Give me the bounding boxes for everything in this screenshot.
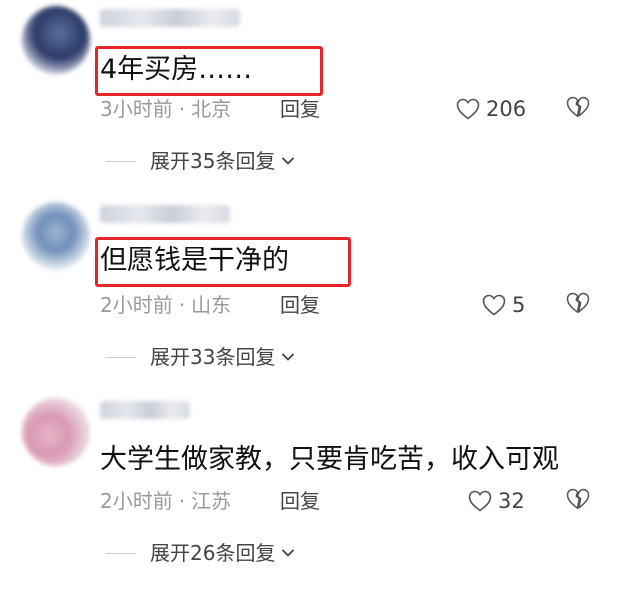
heart-outline-icon (456, 98, 480, 120)
dislike-button[interactable] (566, 488, 590, 514)
expand-replies-label: 展开35条回复 (150, 149, 276, 173)
comment-item: 4年买房…… 3小时前 · 北京 回复 206 展开35条回复 (0, 0, 640, 196)
chevron-down-icon (282, 353, 295, 361)
like-count: 32 (498, 489, 525, 513)
comment-meta: 2小时前 · 山东 (100, 292, 231, 318)
heart-outline-icon (468, 490, 492, 512)
avatar[interactable] (22, 398, 90, 466)
like-count: 206 (486, 97, 527, 121)
like-button[interactable]: 206 (456, 95, 526, 123)
avatar[interactable] (22, 6, 90, 74)
comment-text: 4年买房…… (100, 54, 253, 85)
avatar[interactable] (22, 202, 90, 270)
expand-replies-label: 展开33条回复 (150, 345, 276, 369)
meta-separator: · (178, 489, 186, 513)
comment-item: 大学生做家教，只要肯吃苦，收入可观 2小时前 · 江苏 回复 32 展开26条回复 (0, 392, 640, 588)
comment-location: 山东 (191, 293, 232, 317)
dislike-button[interactable] (566, 292, 590, 318)
like-count: 5 (512, 293, 526, 317)
chevron-down-icon (282, 549, 295, 557)
comment-text: 但愿钱是干净的 (100, 245, 289, 276)
divider-line (106, 356, 136, 358)
username-blurred[interactable] (100, 401, 190, 419)
comment-text: 大学生做家教，只要肯吃苦，收入可观 (100, 444, 559, 475)
comment-item: 但愿钱是干净的 2小时前 · 山东 回复 5 展开33条回复 (0, 196, 640, 392)
comment-meta: 2小时前 · 江苏 (100, 488, 231, 514)
divider-line (106, 552, 136, 554)
expand-replies-label: 展开26条回复 (150, 541, 276, 565)
meta-separator: · (178, 293, 186, 317)
comment-location: 江苏 (191, 489, 232, 513)
comment-location: 北京 (191, 97, 232, 121)
like-button[interactable]: 32 (468, 487, 525, 515)
meta-separator: · (178, 97, 186, 121)
expand-replies-button[interactable]: 展开26条回复 (106, 540, 295, 566)
reply-button[interactable]: 回复 (280, 292, 320, 318)
reply-button[interactable]: 回复 (280, 488, 320, 514)
chevron-down-icon (282, 157, 295, 165)
expand-replies-button[interactable]: 展开33条回复 (106, 344, 295, 370)
dislike-button[interactable] (566, 96, 590, 122)
broken-heart-icon (566, 96, 590, 117)
reply-button[interactable]: 回复 (280, 96, 320, 122)
username-blurred[interactable] (100, 205, 230, 223)
divider-line (106, 160, 136, 162)
like-button[interactable]: 5 (482, 291, 525, 319)
comment-meta: 3小时前 · 北京 (100, 96, 231, 122)
broken-heart-icon (566, 292, 590, 313)
heart-outline-icon (482, 294, 506, 316)
broken-heart-icon (566, 488, 590, 509)
comment-time: 2小时前 (100, 489, 173, 513)
comment-time: 2小时前 (100, 293, 173, 317)
comment-time: 3小时前 (100, 97, 173, 121)
expand-replies-button[interactable]: 展开35条回复 (106, 148, 295, 174)
username-blurred[interactable] (100, 9, 240, 27)
